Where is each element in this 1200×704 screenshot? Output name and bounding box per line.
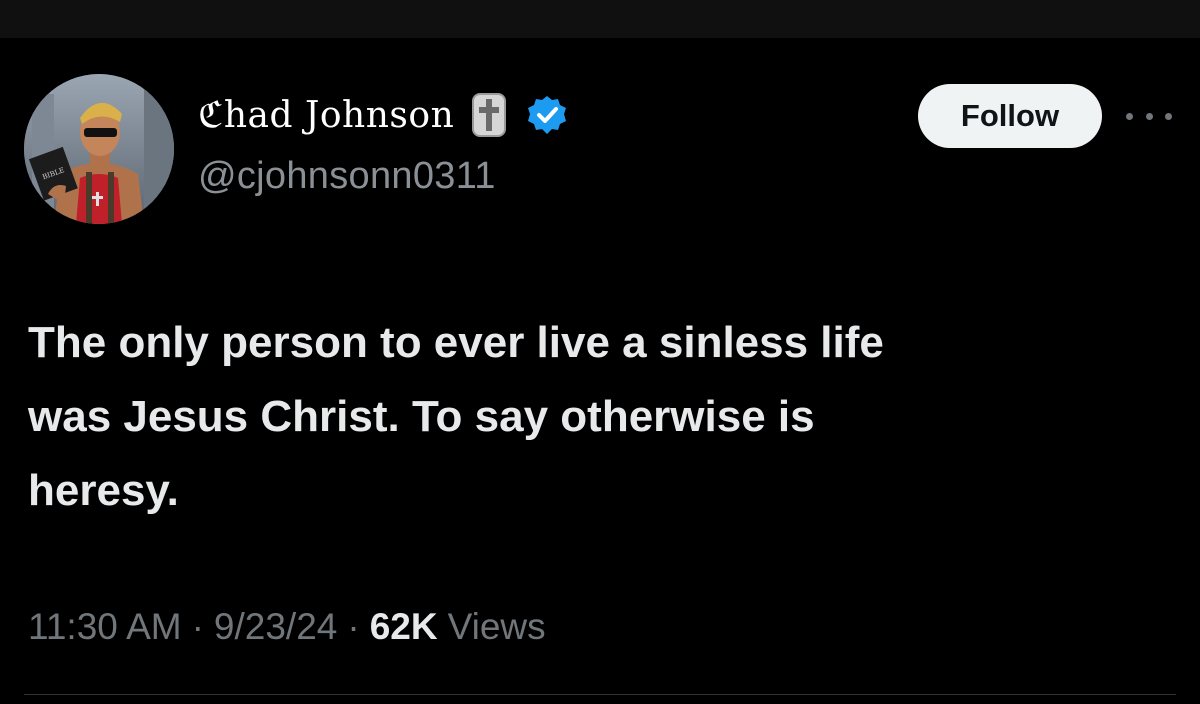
avatar[interactable]: BIBLE bbox=[24, 74, 174, 224]
tweet-date[interactable]: 9/23/24 bbox=[214, 606, 337, 648]
tweet-card: BIBLE ℭhad Johnson @cjohnsonn0311 Follow… bbox=[0, 38, 1200, 704]
views-count[interactable]: 62K bbox=[370, 606, 438, 648]
more-dot bbox=[1145, 112, 1153, 120]
more-dot bbox=[1165, 112, 1172, 120]
meta-separator: · bbox=[347, 606, 360, 647]
verified-badge-icon bbox=[526, 94, 568, 136]
top-bar bbox=[0, 0, 1200, 38]
meta-separator: · bbox=[191, 606, 204, 647]
avatar-image: BIBLE bbox=[24, 74, 174, 224]
tweet-time[interactable]: 11:30 AM bbox=[28, 606, 182, 648]
tweet-meta: 11:30 AM · 9/23/24 · 62K Views bbox=[28, 606, 546, 648]
tweet-text: The only person to ever live a sinless l… bbox=[28, 318, 884, 515]
views-label[interactable]: Views bbox=[448, 606, 546, 648]
author-name-row: ℭhad Johnson bbox=[198, 90, 568, 140]
display-name[interactable]: ℭhad Johnson bbox=[198, 95, 454, 136]
follow-button[interactable]: Follow bbox=[918, 84, 1102, 148]
more-options-icon[interactable] bbox=[1126, 100, 1172, 132]
more-dot bbox=[1126, 112, 1133, 120]
divider bbox=[24, 694, 1176, 695]
author-handle[interactable]: @cjohnsonn0311 bbox=[198, 155, 496, 198]
cross-emoji-icon bbox=[472, 93, 507, 137]
